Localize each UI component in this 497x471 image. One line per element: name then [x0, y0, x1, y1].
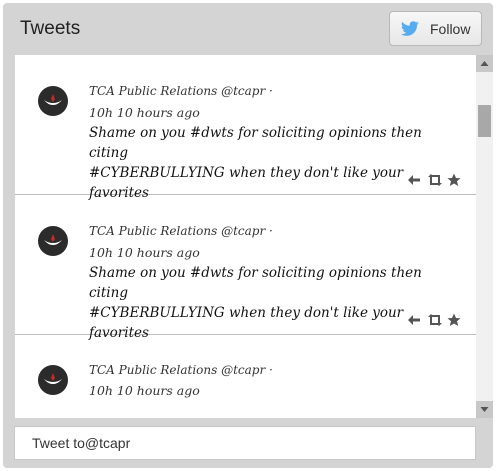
meta-separator: · — [269, 84, 273, 98]
tweet-author[interactable]: TCA Public Relations @tcapr · — [89, 363, 273, 377]
tweet-item[interactable]: TCA Public Relations @tcapr · 10h 10 hou… — [15, 195, 476, 341]
tweet-timestamp[interactable]: 10h 10 hours ago — [89, 245, 200, 260]
tweet-actions — [407, 313, 463, 329]
retweet-icon[interactable] — [427, 173, 443, 187]
star-icon[interactable] — [447, 313, 463, 327]
tweet-text-line: Shame on you #dwts for soliciting opinio… — [89, 125, 422, 161]
tweet-to-button[interactable]: Tweet to@tcapr — [14, 426, 476, 460]
scroll-thumb[interactable] — [478, 105, 491, 137]
tweet-author-name[interactable]: TCA Public Relations @tcapr — [89, 363, 265, 377]
reply-arrow-icon[interactable] — [407, 173, 423, 187]
tweet-item[interactable]: TCA Public Relations @tcapr · 10h 10 hou… — [15, 55, 476, 201]
tweet-author-name[interactable]: TCA Public Relations @tcapr — [89, 84, 265, 98]
tweet-actions — [407, 173, 463, 189]
meta-separator: · — [269, 224, 273, 238]
follow-button-label: Follow — [430, 21, 471, 37]
avatar[interactable] — [38, 86, 68, 116]
twitter-timeline-widget: Tweets Follow TCA Public Relations @tcap… — [3, 3, 493, 468]
timeline-header: Tweets Follow — [3, 3, 493, 55]
timeline-scrollbar[interactable] — [476, 55, 493, 418]
follow-button[interactable]: Follow — [389, 11, 482, 46]
triangle-up-icon — [480, 61, 489, 66]
timeline-title: Tweets — [20, 18, 81, 39]
avatar[interactable] — [38, 226, 68, 256]
scroll-up-button[interactable] — [476, 55, 493, 72]
tweet-item[interactable]: TCA Public Relations @tcapr · 10h 10 hou… — [15, 335, 476, 418]
reply-arrow-icon[interactable] — [407, 313, 423, 327]
tweet-timestamp[interactable]: 10h 10 hours ago — [89, 383, 200, 398]
tweet-text: Shame on you #dwts for soliciting opinio… — [89, 123, 459, 203]
tweet-text-line: Shame on you #dwts for soliciting opinio… — [89, 265, 422, 301]
tweet-timestamp[interactable]: 10h 10 hours ago — [89, 105, 200, 120]
retweet-icon[interactable] — [427, 313, 443, 327]
avatar[interactable] — [38, 365, 68, 395]
scroll-down-button[interactable] — [476, 401, 493, 418]
tweet-text: Shame on you #dwts for soliciting opinio… — [89, 263, 459, 343]
meta-separator: · — [269, 363, 273, 377]
tweet-author[interactable]: TCA Public Relations @tcapr · — [89, 84, 273, 98]
tweet-author-name[interactable]: TCA Public Relations @tcapr — [89, 224, 265, 238]
tweet-author[interactable]: TCA Public Relations @tcapr · — [89, 224, 273, 238]
tweet-to-label: Tweet to@tcapr — [32, 435, 131, 451]
triangle-down-icon — [480, 407, 489, 412]
tweet-list[interactable]: TCA Public Relations @tcapr · 10h 10 hou… — [15, 55, 476, 418]
star-icon[interactable] — [447, 173, 463, 187]
twitter-bird-icon — [400, 21, 419, 36]
